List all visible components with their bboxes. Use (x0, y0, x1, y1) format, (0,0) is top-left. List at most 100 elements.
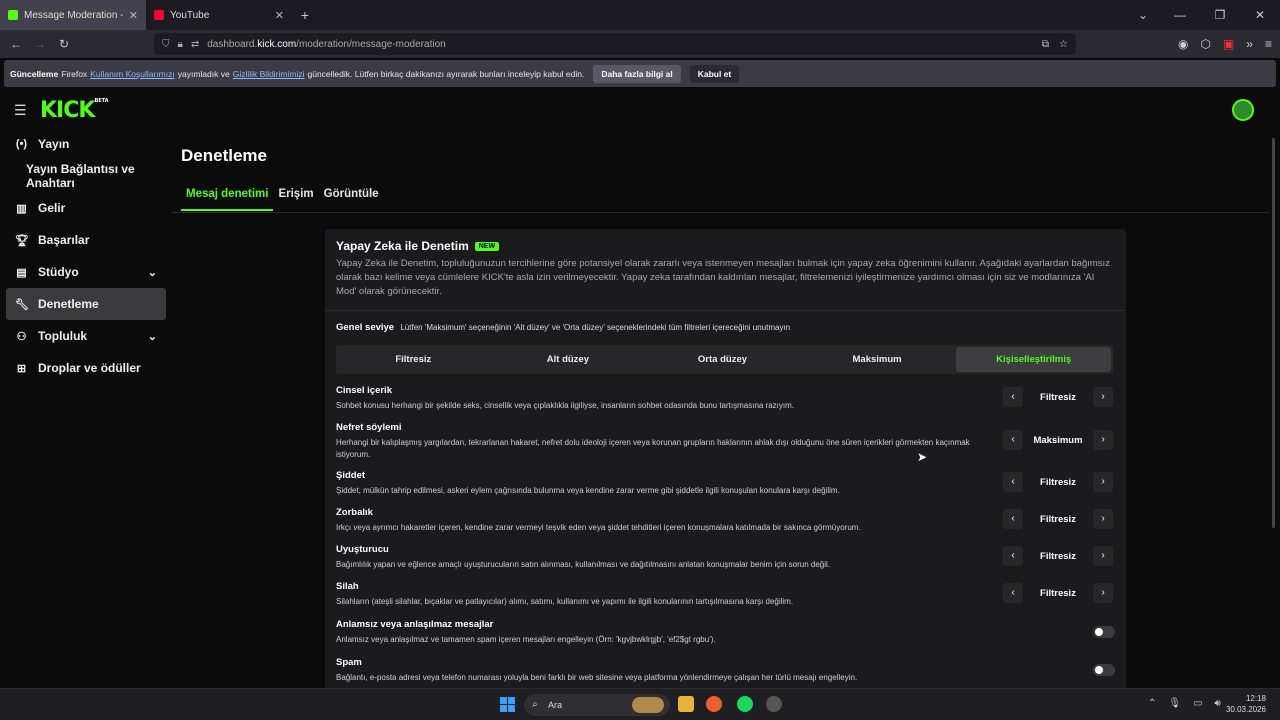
sidebar-item-denetleme[interactable]: 🔧︎ Denetleme (6, 288, 166, 320)
sidebar-item-gelir[interactable]: ▥ Gelir (6, 192, 166, 224)
level-option-maksimum[interactable]: Maksimum (800, 345, 955, 374)
restore-icon[interactable]: ❐ (1200, 0, 1240, 30)
toggle-row-gibberish: Anlamsız veya anlaşılmaz mesajlar Anlams… (336, 619, 1113, 646)
sidebar-item-basarilar[interactable]: 🏆︎ Başarılar (6, 224, 166, 256)
sidebar-item-studyo[interactable]: ▤ Stüdyo ⌄ (6, 256, 166, 288)
chevron-left-icon[interactable]: ‹ (1003, 430, 1023, 450)
terms-link[interactable]: Kullanım Koşullarımızı (90, 69, 175, 79)
bookmark-star-icon[interactable]: ☆ (1059, 39, 1068, 50)
chevron-right-icon[interactable]: › (1093, 509, 1113, 529)
firefox-icon[interactable] (706, 696, 722, 712)
category-description: Bağımlılık yapan ve eğlence amaçlı uyuşt… (336, 560, 831, 569)
moderation-tabs: Mesaj denetimi Erişim Görüntüle (181, 186, 384, 211)
menu-icon[interactable]: ≡ (1265, 37, 1272, 51)
mouse-cursor-icon: ➤ (917, 450, 928, 464)
clock[interactable]: 12:18 30.03.2026 (1226, 693, 1266, 715)
reload-icon[interactable]: ↻ (52, 37, 76, 51)
tab-youtube[interactable]: YouTube ✕ (146, 0, 292, 30)
category-name: Silah (336, 581, 359, 592)
tab-display[interactable]: Görüntüle (319, 186, 384, 211)
account-icon[interactable]: ◉ (1178, 37, 1188, 51)
tab-access[interactable]: Erişim (273, 186, 318, 211)
card-header: Yapay Zeka ile Denetim NEW Yapay Zeka il… (325, 229, 1126, 311)
more-tools-icon[interactable]: » (1246, 37, 1253, 51)
sidebar: (•) Yayın Yayın Bağlantısı ve Anahtarı ▥… (0, 128, 172, 384)
chevron-right-icon[interactable]: › (1093, 472, 1113, 492)
microphone-icon[interactable]: 🎙︎ (1168, 698, 1181, 709)
app-icon[interactable] (766, 696, 782, 712)
windows-start-icon[interactable] (500, 697, 515, 712)
new-tab-icon[interactable]: + (292, 7, 318, 23)
chevron-left-icon[interactable]: ‹ (1003, 472, 1023, 492)
toggle-name: Anlamsız veya anlaşılmaz mesajlar (336, 619, 494, 630)
date: 30.03.2026 (1225, 705, 1266, 714)
avatar[interactable] (1232, 99, 1254, 121)
trophy-icon: 🏆︎ (15, 234, 29, 247)
chevron-right-icon[interactable]: › (1093, 387, 1113, 407)
sidebar-item-droplar[interactable]: ⊞ Droplar ve ödüller (6, 352, 166, 384)
gibberish-toggle[interactable] (1093, 626, 1115, 638)
forward-icon[interactable]: → (28, 37, 52, 51)
network-icon[interactable]: ▭ (1193, 698, 1202, 709)
scrollbar[interactable] (1272, 138, 1275, 528)
sidebar-item-topluluk[interactable]: ⚇ Topluluk ⌄ (6, 320, 166, 352)
close-window-icon[interactable]: ✕ (1240, 0, 1280, 30)
sidebar-item-label: Denetleme (38, 297, 99, 311)
update-notification-bar: Güncelleme Firefox Kullanım Koşullarımız… (4, 60, 1276, 87)
category-description: Şiddet, mülkün tahrip edilmesi, askeri e… (336, 486, 840, 495)
chevron-left-icon[interactable]: ‹ (1003, 509, 1023, 529)
shield-icon[interactable]: ⛉ (162, 39, 170, 50)
category-value: Filtresiz (1040, 550, 1076, 562)
level-option-orta[interactable]: Orta düzey (645, 345, 800, 374)
category-row-sexual: Cinsel içerik Sohbet konusu herhangi bir… (336, 385, 1113, 412)
chevron-right-icon[interactable]: › (1093, 583, 1113, 603)
level-option-custom[interactable]: Kişiselleştirilmiş (956, 347, 1111, 372)
learn-more-button[interactable]: Daha fazla bilgi al (593, 64, 681, 83)
category-row-weapons: Silah Silahların (ateşli silahlar, bıçak… (336, 581, 1113, 608)
sidebar-item-yayin[interactable]: (•) Yayın (6, 128, 166, 160)
toggle-knob (1095, 666, 1103, 674)
time: 12:18 (1245, 694, 1266, 703)
sidebar-item-stream-key[interactable]: Yayın Bağlantısı ve Anahtarı (6, 160, 166, 192)
level-option-alt[interactable]: Alt düzey (491, 345, 646, 374)
lock-icon[interactable]: 🔒︎ (178, 39, 183, 50)
spam-toggle[interactable] (1093, 664, 1115, 676)
chevron-right-icon[interactable]: › (1093, 546, 1113, 566)
sidebar-item-label: Stüdyo (38, 265, 79, 279)
screenshot-icon[interactable]: ⧉ (1042, 39, 1049, 50)
volume-icon[interactable]: 🔊︎ (1215, 698, 1221, 709)
tab-message-moderation[interactable]: Mesaj denetimi (181, 186, 274, 211)
close-tab-icon[interactable]: ✕ (275, 9, 284, 22)
search-label: Ara (548, 700, 563, 710)
category-stepper: ‹ Filtresiz › (1003, 546, 1113, 566)
spotify-icon[interactable] (737, 696, 753, 712)
back-icon[interactable]: ← (4, 37, 28, 51)
extension-badge-icon[interactable]: ▣ (1223, 37, 1234, 51)
tab-message-moderation[interactable]: Message Moderation - Kick Da ✕ (0, 0, 146, 30)
community-icon: ⚇ (16, 330, 27, 343)
category-stepper: ‹ Filtresiz › (1003, 387, 1113, 407)
tab-list-chevron-icon[interactable]: ⌄ (1138, 0, 1148, 30)
level-option-filtresiz[interactable]: Filtresiz (336, 345, 491, 374)
file-explorer-icon[interactable] (678, 696, 694, 712)
chevron-left-icon[interactable]: ‹ (1003, 546, 1023, 566)
privacy-link[interactable]: Gizlilik Bildirimimizi (233, 69, 305, 79)
chevron-left-icon[interactable]: ‹ (1003, 387, 1023, 407)
category-description: Silahların (ateşli silahlar, bıçaklar ve… (336, 597, 794, 606)
chevron-left-icon[interactable]: ‹ (1003, 583, 1023, 603)
address-bar[interactable]: ⛉ 🔒︎ ⇄ dashboard.kick.com/moderation/mes… (154, 33, 1076, 55)
chevron-right-icon[interactable]: › (1093, 430, 1113, 450)
extensions-icon[interactable]: ⬡ (1200, 37, 1210, 51)
accept-button[interactable]: Kabul et (689, 64, 740, 83)
search-icon: ⌕ (532, 699, 538, 710)
chevron-up-icon[interactable]: ⌃ (1148, 698, 1156, 709)
permissions-icon[interactable]: ⇄ (191, 39, 199, 50)
hamburger-menu-icon[interactable]: ☰ (14, 102, 27, 119)
youtube-favicon-icon (154, 10, 164, 20)
category-value: Maksimum (1033, 434, 1083, 446)
close-tab-icon[interactable]: ✕ (129, 9, 138, 22)
taskbar-search[interactable]: ⌕ Ara (524, 694, 670, 716)
tab-title: YouTube (170, 9, 210, 21)
kick-logo[interactable]: KICKBETA (40, 98, 109, 123)
minimize-icon[interactable]: — (1160, 0, 1200, 30)
